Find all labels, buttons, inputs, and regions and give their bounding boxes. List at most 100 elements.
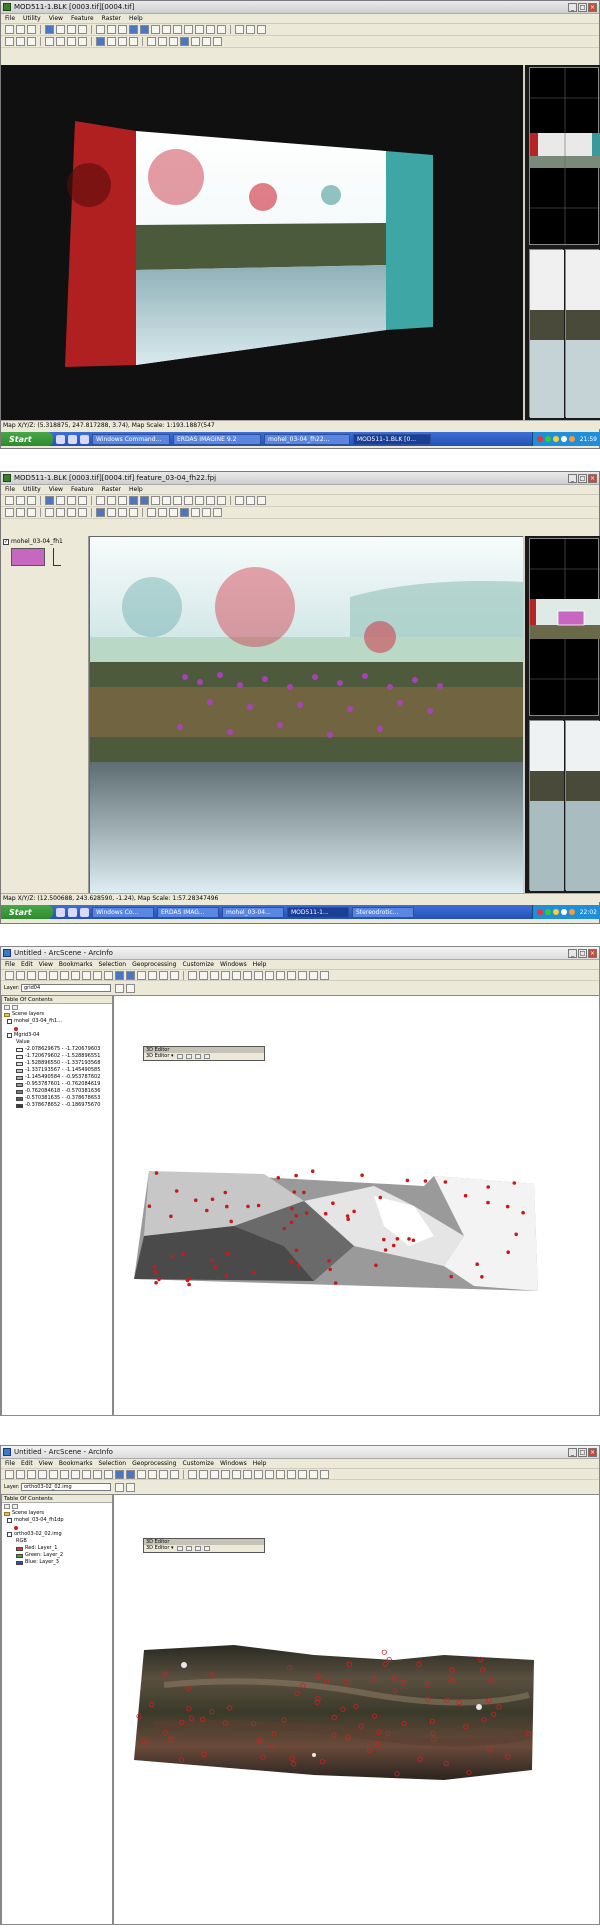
tile-icon[interactable] [151, 25, 160, 34]
globe-icon[interactable] [309, 1469, 318, 1479]
point-marker[interactable] [194, 1198, 198, 1202]
layer-checkbox[interactable] [7, 1033, 12, 1038]
point-marker[interactable] [246, 1204, 250, 1209]
point-marker[interactable] [229, 1219, 233, 1224]
globe-icon[interactable] [195, 25, 204, 34]
layers-icon[interactable] [191, 508, 200, 517]
point-marker[interactable] [521, 1210, 525, 1215]
view-icon[interactable] [129, 25, 138, 34]
measure-icon[interactable] [298, 1469, 307, 1479]
edit-tool-icon[interactable] [194, 1054, 201, 1059]
stereo-view[interactable] [89, 536, 524, 894]
tray-icon[interactable] [536, 436, 543, 442]
close-button[interactable]: × [588, 948, 597, 958]
menu-windows[interactable]: Windows [220, 1460, 247, 1467]
point-marker[interactable] [225, 1251, 230, 1256]
point-marker[interactable] [294, 1214, 299, 1218]
close-button[interactable]: × [588, 1447, 597, 1457]
layer-checkbox[interactable] [7, 1518, 12, 1523]
layer-symbol[interactable] [11, 548, 45, 566]
edit-icon[interactable] [78, 37, 87, 46]
open-icon[interactable] [16, 496, 25, 505]
list-by-drawing-icon[interactable] [4, 1504, 10, 1509]
point-marker[interactable] [333, 1281, 338, 1285]
toc-icon[interactable] [126, 1469, 135, 1479]
point-marker[interactable] [296, 1263, 301, 1268]
minimize-button[interactable]: _ [568, 1447, 577, 1457]
select-icon[interactable] [276, 1469, 285, 1479]
full-extent-icon[interactable] [265, 970, 274, 980]
point-marker[interactable] [292, 1190, 297, 1194]
menu-help[interactable]: Help [253, 1460, 267, 1467]
menu-customize[interactable]: Customize [182, 1460, 214, 1467]
menu-geoprocessing[interactable]: Geoprocessing [132, 1460, 176, 1467]
edit-tool-icon[interactable] [176, 1054, 183, 1059]
select-box-icon[interactable] [16, 508, 25, 517]
new-icon[interactable] [5, 25, 14, 34]
point-marker[interactable] [294, 1173, 298, 1178]
layer-tool-icon[interactable] [115, 1483, 124, 1492]
left-image-thumbnail[interactable] [529, 249, 564, 418]
tray-icon[interactable] [544, 436, 551, 442]
point-marker[interactable] [276, 1176, 281, 1180]
point-marker[interactable] [210, 1259, 215, 1263]
point-marker[interactable] [327, 1259, 331, 1263]
point-marker[interactable] [486, 1200, 490, 1205]
tray-icon[interactable] [544, 909, 551, 915]
fly-icon[interactable] [199, 1469, 208, 1479]
table-icon[interactable] [162, 25, 171, 34]
cut-icon[interactable] [27, 508, 36, 517]
menu-view[interactable]: View [49, 15, 63, 22]
new-icon[interactable] [5, 1469, 14, 1479]
edit-icon[interactable] [78, 508, 87, 517]
menu-view[interactable]: View [39, 961, 53, 968]
point-marker[interactable] [224, 1273, 229, 1277]
new-icon[interactable] [5, 970, 14, 980]
measure-icon[interactable] [213, 508, 222, 517]
point-marker[interactable] [256, 1203, 261, 1208]
3d-editor-menu[interactable]: 3D Editor ▾ [146, 1053, 174, 1060]
add-data-icon[interactable] [115, 1469, 124, 1479]
polyline-icon[interactable] [147, 508, 156, 517]
add-data-icon[interactable] [115, 970, 124, 980]
3d-editor-toolbar[interactable]: 3D Editor 3D Editor ▾ [143, 1046, 265, 1061]
point-marker[interactable] [290, 1206, 294, 1211]
tray-icon[interactable] [560, 436, 567, 442]
paste-icon[interactable] [257, 496, 266, 505]
3d-scene-view[interactable] [113, 1494, 600, 1925]
python-icon[interactable] [170, 970, 179, 980]
3d-editor-toolbar[interactable]: 3D Editor 3D Editor ▾ [143, 1538, 265, 1553]
menu-selection[interactable]: Selection [98, 1460, 126, 1467]
pan-icon[interactable] [118, 25, 127, 34]
point-marker[interactable] [331, 1201, 335, 1205]
point-marker[interactable] [304, 1211, 309, 1215]
identify-icon[interactable] [287, 970, 296, 980]
help-icon[interactable] [320, 1469, 329, 1479]
box-icon[interactable] [129, 37, 138, 46]
quicklaunch-icon[interactable] [80, 907, 89, 917]
point-marker[interactable] [475, 1262, 480, 1266]
point-marker[interactable] [352, 1209, 356, 1214]
menu-edit[interactable]: Edit [21, 961, 33, 968]
layer-tool2-icon[interactable] [126, 1483, 135, 1492]
point-marker[interactable] [505, 1204, 510, 1209]
point-marker[interactable] [328, 1267, 332, 1272]
layer-tool-icon[interactable] [115, 984, 124, 993]
zoom-in-icon[interactable] [232, 970, 241, 980]
point-marker[interactable] [345, 1214, 350, 1218]
target-icon[interactable] [210, 970, 219, 980]
edit-tool-icon[interactable] [203, 1546, 210, 1551]
maximize-button[interactable]: □ [578, 1447, 587, 1457]
layer-icon[interactable] [67, 25, 76, 34]
select-icon[interactable] [5, 508, 14, 517]
pan-icon[interactable] [254, 1469, 263, 1479]
save-icon[interactable] [27, 25, 36, 34]
menu-file[interactable]: File [5, 1460, 15, 1467]
point-marker[interactable] [395, 1237, 400, 1241]
point-marker[interactable] [294, 1248, 299, 1252]
point-marker[interactable] [423, 1179, 428, 1183]
zoom-out-icon[interactable] [243, 970, 252, 980]
paste-icon[interactable] [71, 1469, 80, 1479]
copy-icon[interactable] [246, 25, 255, 34]
print-icon[interactable] [56, 496, 65, 505]
